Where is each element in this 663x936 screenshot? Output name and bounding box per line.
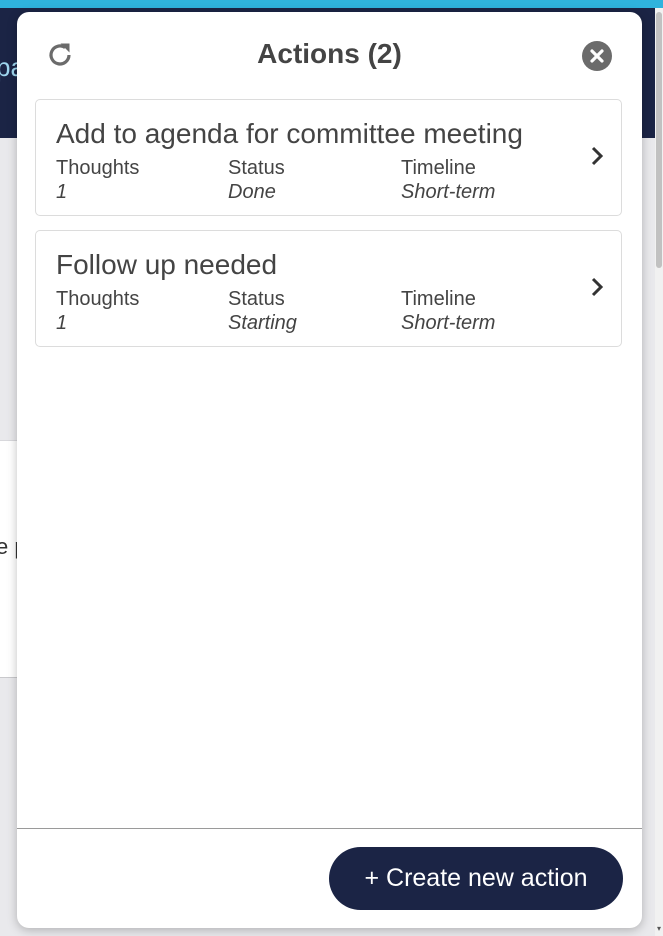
scroll-down-arrow-icon[interactable]: ▾ [655,924,663,934]
action-title: Follow up needed [56,249,278,280]
thoughts-value: 1 [56,312,68,334]
action-card[interactable]: Follow up needed Thoughts 1 Status Start… [35,230,622,347]
action-card[interactable]: Add to agenda for committee meeting Thou… [35,99,622,216]
scrollbar-thumb[interactable] [656,12,662,268]
thoughts-label: Thoughts [56,288,140,310]
timeline-value: Short-term [401,312,496,334]
chevron-right-icon[interactable] [589,275,605,299]
thoughts-column: Thoughts 1 [56,287,139,335]
status-value: Starting [228,312,297,334]
status-value: Done [228,181,276,203]
thoughts-value: 1 [56,181,68,203]
status-column: Status Starting [228,287,297,335]
status-column: Status Done [228,156,285,204]
create-new-action-button[interactable]: + Create new action [329,847,623,910]
thoughts-column: Thoughts 1 [56,156,139,204]
status-label: Status [228,157,285,179]
status-label: Status [228,288,285,310]
action-title: Add to agenda for committee meeting [56,118,523,149]
timeline-label: Timeline [401,157,476,179]
timeline-column: Timeline Short-term [401,287,495,335]
thoughts-label: Thoughts [56,157,140,179]
close-icon[interactable] [582,41,612,71]
timeline-value: Short-term [401,181,496,203]
modal-title: Actions (2) [257,38,402,69]
timeline-label: Timeline [401,288,476,310]
modal-header: Actions (2) [17,12,642,98]
footer-divider [17,828,642,829]
timeline-column: Timeline Short-term [401,156,495,204]
actions-modal: Actions (2) Add to agenda for committee … [17,12,642,928]
chevron-right-icon[interactable] [589,144,605,168]
top-accent-strip [0,0,663,8]
